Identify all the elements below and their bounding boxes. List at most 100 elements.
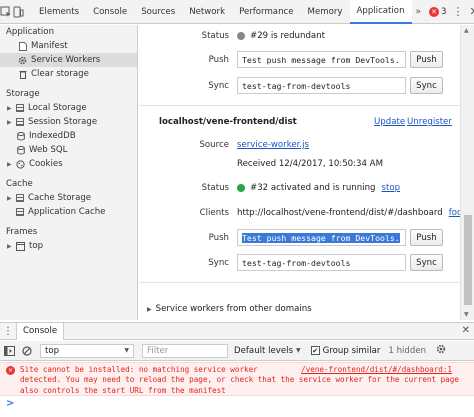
devtools-toolbar: Elements Console Sources Network Perform… xyxy=(0,0,474,24)
close-drawer-icon[interactable]: ✕ xyxy=(462,325,470,336)
gear-icon xyxy=(18,56,27,65)
close-devtools-icon[interactable]: ✕ xyxy=(470,5,474,18)
push-label: Push xyxy=(208,233,229,243)
storage-grid-icon xyxy=(16,104,24,112)
scroll-up-icon[interactable]: ▲ xyxy=(464,27,469,34)
tab-performance[interactable]: Performance xyxy=(232,0,300,24)
sync-tag-input[interactable]: test-tag-from-devtools xyxy=(237,77,406,94)
device-toolbar-icon[interactable] xyxy=(12,3,24,21)
stop-link[interactable]: stop xyxy=(381,183,400,193)
storage-grid-icon xyxy=(16,118,24,126)
expand-arrow-icon[interactable]: ▶ xyxy=(7,243,14,250)
sidebar-item-service-workers[interactable]: Service Workers xyxy=(0,53,137,67)
error-count: 3 xyxy=(441,6,447,17)
sidebar-item-label: Manifest xyxy=(31,41,68,51)
message-source-link[interactable]: /vene-frontend/dist/#/dashboard:1 xyxy=(301,365,452,374)
filter-input[interactable]: Filter xyxy=(142,343,228,358)
sidebar-item-manifest[interactable]: Manifest xyxy=(0,39,137,53)
customize-menu-icon[interactable]: ⋮ xyxy=(453,5,464,18)
console-prompt[interactable]: > xyxy=(6,398,14,409)
status-label: Status xyxy=(201,31,229,41)
tab-elements[interactable]: Elements xyxy=(32,0,86,24)
sidebar-item-label: Local Storage xyxy=(28,103,87,113)
other-domains-toggle[interactable]: ▶ Service workers from other domains xyxy=(147,304,312,314)
update-link[interactable]: Update xyxy=(374,117,405,127)
received-time: Received 12/4/2017, 10:50:34 AM xyxy=(237,159,383,169)
tab-sources[interactable]: Sources xyxy=(134,0,182,24)
sidebar-item-label: Web SQL xyxy=(29,145,68,155)
group-similar-checkbox[interactable]: ✔ xyxy=(310,346,320,355)
hidden-count: 1 hidden xyxy=(388,345,427,356)
status-text: #29 is redundant xyxy=(250,31,325,41)
sidebar-item-application-cache[interactable]: Application Cache xyxy=(0,205,137,219)
expand-arrow-icon[interactable]: ▶ xyxy=(7,195,14,202)
tab-network[interactable]: Network xyxy=(182,0,232,24)
sidebar-item-cache-storage[interactable]: ▶ Cache Storage xyxy=(0,191,137,205)
status-label: Status xyxy=(201,183,229,193)
sync-button[interactable]: Sync xyxy=(410,77,443,94)
tab-memory[interactable]: Memory xyxy=(301,0,350,24)
clear-console-icon[interactable] xyxy=(18,345,36,356)
source-label: Source xyxy=(199,140,229,150)
console-settings-gear-icon[interactable] xyxy=(436,344,446,357)
section-divider xyxy=(139,105,460,106)
group-similar-label: Group similar xyxy=(322,345,381,356)
sidebar-item-indexeddb[interactable]: IndexedDB xyxy=(0,129,137,143)
sync-label: Sync xyxy=(208,258,229,268)
clients-label: Clients xyxy=(199,208,229,218)
status-dot-icon xyxy=(237,32,245,40)
sync-tag-input[interactable]: test-tag-from-devtools xyxy=(237,254,406,271)
sidebar-item-local-storage[interactable]: ▶ Local Storage xyxy=(0,101,137,115)
sidebar-item-label: Application Cache xyxy=(28,207,106,217)
inspect-element-icon[interactable] xyxy=(0,3,12,21)
storage-grid-icon xyxy=(16,194,24,202)
sync-button[interactable]: Sync xyxy=(410,254,443,271)
drawer-menu-icon[interactable]: ⋮ xyxy=(0,326,16,337)
tab-application[interactable]: Application xyxy=(349,0,412,24)
sidebar-item-clear-storage[interactable]: Clear storage xyxy=(0,67,137,81)
sidebar-item-label: Service Workers xyxy=(31,55,101,65)
source-link[interactable]: service-worker.js xyxy=(237,140,309,150)
section-storage: Storage xyxy=(6,89,40,99)
focus-link[interactable]: focus xyxy=(449,208,460,218)
other-domains-label: Service workers from other domains xyxy=(155,304,312,314)
push-button[interactable]: Push xyxy=(410,229,443,246)
expand-arrow-icon[interactable]: ▶ xyxy=(7,161,14,168)
more-tabs-button[interactable]: » xyxy=(412,7,426,17)
unregister-link[interactable]: Unregister xyxy=(407,117,452,127)
context-select[interactable]: top ▼ xyxy=(40,343,134,358)
tab-console[interactable]: Console xyxy=(86,0,134,24)
sidebar-item-web-sql[interactable]: Web SQL xyxy=(0,143,137,157)
status-dot-icon xyxy=(237,184,245,192)
sidebar-item-label: Cache Storage xyxy=(28,193,92,203)
section-cache: Cache xyxy=(6,179,33,189)
expand-arrow-icon: ▶ xyxy=(147,305,152,313)
scroll-down-icon[interactable]: ▼ xyxy=(464,311,469,318)
push-data-input[interactable]: Test push message from DevTools. xyxy=(237,229,406,246)
sidebar-item-frame-top[interactable]: ▶ top xyxy=(0,239,137,253)
context-value: top xyxy=(45,345,60,356)
sidebar-item-cookies[interactable]: ▶ Cookies xyxy=(0,157,137,171)
section-divider xyxy=(139,282,460,283)
expand-arrow-icon[interactable]: ▶ xyxy=(7,119,14,126)
trash-icon xyxy=(18,70,27,79)
scroll-thumb[interactable] xyxy=(464,215,472,305)
vertical-scrollbar[interactable]: ▲ ▼ xyxy=(460,25,474,320)
application-sidebar: Application Manifest Service Workers Cle… xyxy=(0,25,138,320)
expand-arrow-icon[interactable]: ▶ xyxy=(7,105,14,112)
push-button[interactable]: Push xyxy=(410,51,443,68)
storage-grid-icon xyxy=(16,208,24,216)
drawer-tabbar: ⋮ Console ✕ xyxy=(0,322,474,340)
status-text: #32 activated and is running xyxy=(250,183,376,193)
selected-text: Test push message from DevTools. xyxy=(242,232,400,243)
push-data-input[interactable]: Test push message from DevTools. xyxy=(237,51,406,68)
log-levels-select[interactable]: Default levels ▼ xyxy=(234,346,301,356)
sync-label: Sync xyxy=(208,81,229,91)
sidebar-item-label: Session Storage xyxy=(28,117,98,127)
error-icon: ✕ xyxy=(429,6,440,17)
cookie-icon xyxy=(16,159,25,169)
drawer-tab-console[interactable]: Console xyxy=(16,322,65,340)
error-counter[interactable]: ✕ 3 xyxy=(429,6,447,17)
sidebar-item-session-storage[interactable]: ▶ Session Storage xyxy=(0,115,137,129)
show-sidebar-icon[interactable] xyxy=(0,345,18,356)
